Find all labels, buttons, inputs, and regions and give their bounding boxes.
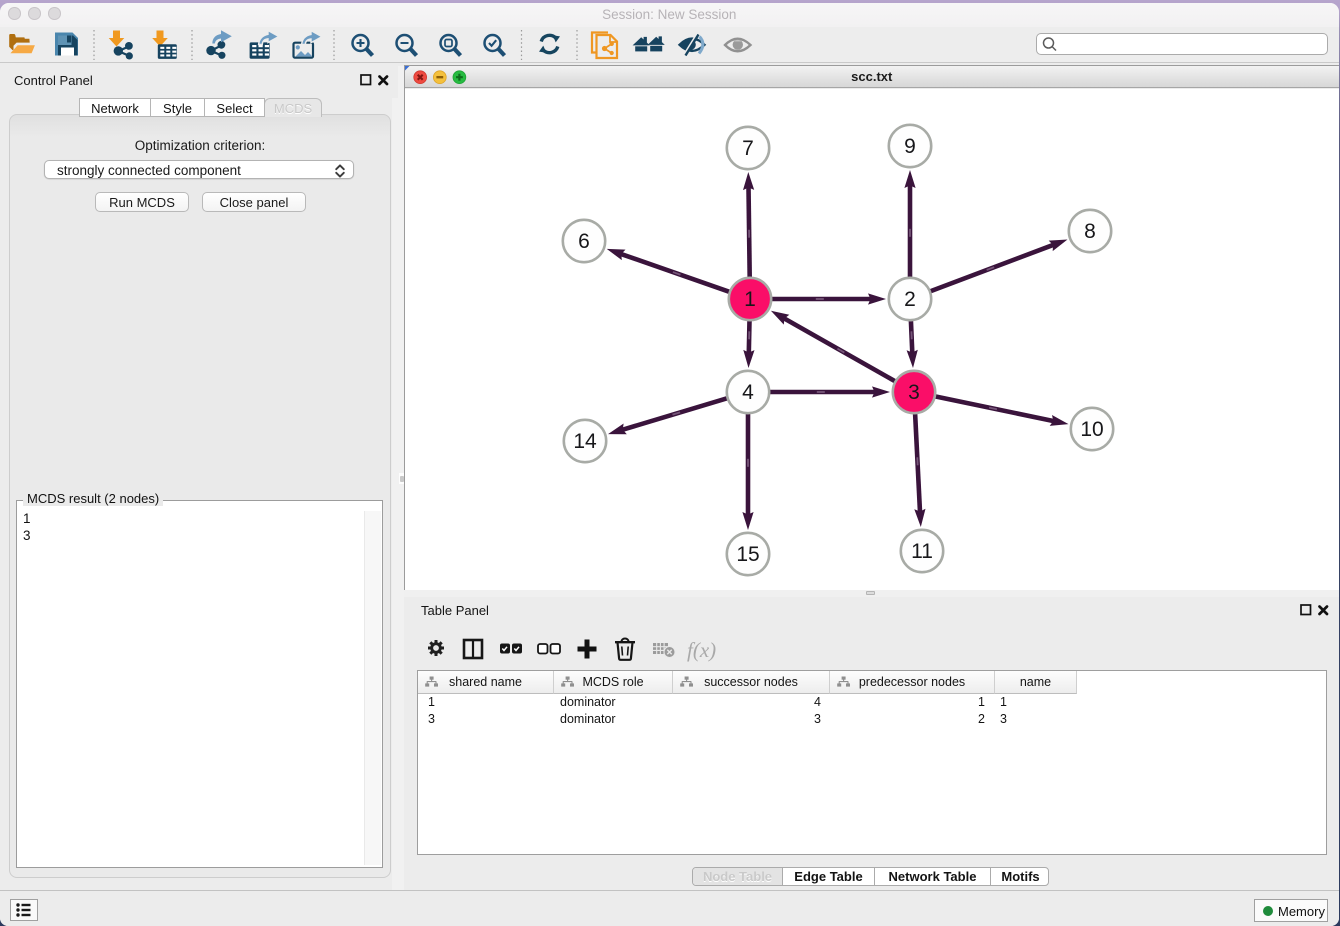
svg-text:15: 15 bbox=[736, 543, 759, 566]
svg-text:6: 6 bbox=[578, 230, 590, 253]
svg-text:11: 11 bbox=[911, 540, 933, 563]
svg-text:8: 8 bbox=[1084, 220, 1096, 243]
svg-text:f(x): f(x) bbox=[687, 638, 716, 662]
svg-text:14: 14 bbox=[573, 430, 597, 453]
svg-text:2: 2 bbox=[904, 288, 916, 311]
svg-text:3: 3 bbox=[908, 381, 920, 404]
svg-text:10: 10 bbox=[1080, 418, 1103, 441]
svg-text:4: 4 bbox=[742, 381, 754, 404]
svg-text:7: 7 bbox=[742, 137, 754, 160]
svg-text:1: 1 bbox=[744, 288, 756, 311]
svg-text:9: 9 bbox=[904, 135, 916, 158]
